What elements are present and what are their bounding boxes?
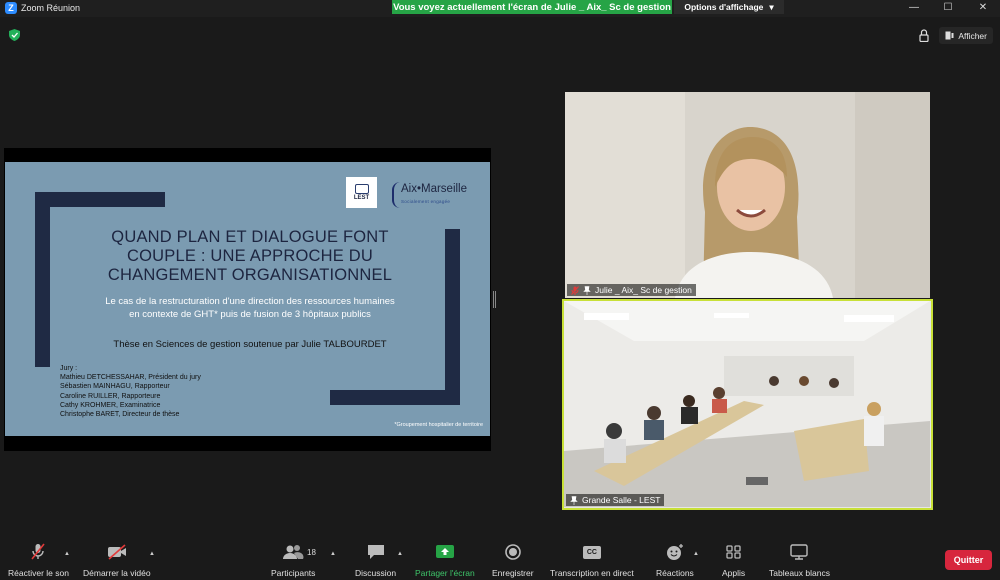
video-options-caret[interactable]: ▲ (149, 551, 155, 557)
discussion-label: Discussion (355, 568, 397, 578)
participant-video-room (564, 301, 930, 507)
slide-footnote: *Groupement hospitalier de territoire (394, 422, 483, 428)
participant-name: Grande Salle - LEST (582, 495, 661, 505)
reactions-button[interactable]: Réactions (656, 543, 694, 578)
whiteboard-icon (790, 544, 809, 560)
view-options-label: Options d'affichage (684, 2, 764, 12)
jury-heading: Jury : (60, 365, 78, 372)
reactions-options-caret[interactable]: ▲ (693, 551, 699, 557)
jury-member: Christophe BARET, Directeur de thèse (60, 411, 180, 419)
shared-screen[interactable]: LEST Aix•Marseille Socialement engagée Q… (4, 148, 491, 451)
lest-logo: LEST (346, 177, 377, 208)
view-options-button[interactable]: Options d'affichage ▾ (674, 0, 784, 14)
close-window-button[interactable]: ✕ (976, 1, 990, 15)
chat-icon (367, 545, 384, 559)
record-icon (504, 544, 521, 560)
presentation-slide: LEST Aix•Marseille Socialement engagée Q… (5, 162, 490, 436)
slide-frame-top (35, 192, 165, 207)
zoom-meeting-window: Z Zoom Réunion Vous voyez actuellement l… (0, 0, 1000, 580)
app-title: Zoom Réunion (21, 3, 81, 13)
afficher-button[interactable]: Afficher (939, 27, 993, 44)
minimize-button[interactable]: — (907, 1, 921, 15)
slide-frame-left (35, 192, 50, 367)
jury-member: Mathieu DETCHESSAHAR, Président du jury (60, 374, 201, 382)
jury-member: Sébastien MAINHAGU, Rapporteur (60, 383, 170, 391)
participants-count: 18 (307, 548, 316, 557)
video-off-icon (107, 544, 126, 560)
pin-icon (583, 285, 591, 295)
whiteboards-button[interactable]: Tableaux blancs (769, 543, 830, 578)
participant-video-julie (565, 92, 930, 298)
start-video-button[interactable]: Démarrer la vidéo (83, 543, 151, 578)
participants-options-caret[interactable]: ▲ (330, 551, 336, 557)
lest-logo-text: LEST (353, 195, 370, 201)
jury-member: Caroline RUILLER, Rapporteure (60, 392, 161, 400)
reactions-label: Réactions (656, 568, 694, 578)
slide-frame-bottom (330, 390, 460, 405)
participant-name-tag: Julie _ Aix_ Sc de gestion (567, 284, 696, 296)
participant-name-tag: Grande Salle - LEST (566, 494, 665, 506)
chevron-down-icon: ▾ (769, 1, 774, 12)
start-video-label: Démarrer la vidéo (83, 568, 151, 578)
security-shield-icon[interactable] (9, 29, 20, 41)
record-label: Enregistrer (492, 568, 534, 578)
record-button[interactable]: Enregistrer (492, 543, 534, 578)
slide-title: QUAND PLAN ET DIALOGUE FONT COUPLE : UNE… (107, 228, 393, 284)
muted-mic-icon (571, 285, 579, 295)
apps-label: Applis (722, 568, 746, 578)
participant-name: Julie _ Aix_ Sc de gestion (595, 285, 692, 295)
whiteboards-label: Tableaux blancs (769, 568, 830, 578)
jury-list: Jury : Mathieu DETCHESSAHAR, Président d… (60, 364, 201, 419)
participants-icon (283, 545, 304, 559)
live-transcription-label: Transcription en direct (550, 568, 634, 578)
lock-icon[interactable] (919, 29, 929, 42)
audio-options-caret[interactable]: ▲ (64, 551, 70, 557)
apps-button[interactable]: Applis (722, 543, 745, 578)
maximize-button[interactable]: ☐ (941, 1, 955, 15)
screen-share-banner: Vous voyez actuellement l'écran de Julie… (392, 0, 672, 14)
view-icon (945, 31, 954, 40)
unmute-label: Réactiver le son (8, 568, 69, 578)
slide-thesis-line: Thèse en Sciences de gestion soutenue pa… (113, 339, 387, 350)
meeting-toolbar: Réactiver le son ▲ Démarrer la vidéo ▲ P… (0, 536, 1000, 580)
video-tile-julie[interactable]: Julie _ Aix_ Sc de gestion (565, 92, 930, 298)
emoji-reaction-icon (666, 544, 683, 560)
share-screen-label: Partager l'écran (415, 568, 475, 578)
live-transcription-button[interactable]: CC Transcription en direct (550, 543, 634, 578)
slide-subtitle: Le cas de la restructuration d'une direc… (105, 296, 395, 320)
muted-mic-icon (31, 543, 46, 560)
closed-captions-icon: CC (581, 543, 603, 561)
discussion-button[interactable]: Discussion (355, 543, 396, 578)
pin-icon (570, 495, 578, 505)
zoom-logo-icon: Z (5, 2, 17, 14)
share-screen-icon (435, 545, 454, 558)
participants-label: Participants (271, 568, 316, 578)
jury-member: Cathy KROHMER, Examinatrice (60, 401, 161, 409)
slide-frame-right (445, 229, 460, 405)
amu-logo-tagline: Socialement engagée (401, 199, 451, 204)
quit-meeting-button[interactable]: Quitter (945, 550, 992, 570)
discussion-options-caret[interactable]: ▲ (397, 551, 403, 557)
top-right-tools: Afficher (919, 27, 993, 44)
resize-handle[interactable] (493, 291, 496, 308)
amu-logo-name: Aix•Marseille (401, 183, 468, 195)
unmute-button[interactable]: Réactiver le son (8, 543, 69, 578)
afficher-label: Afficher (958, 30, 987, 41)
apps-icon (725, 545, 741, 559)
video-tile-grande-salle[interactable]: Grande Salle - LEST (562, 299, 933, 510)
share-screen-button[interactable]: Partager l'écran (415, 543, 475, 578)
